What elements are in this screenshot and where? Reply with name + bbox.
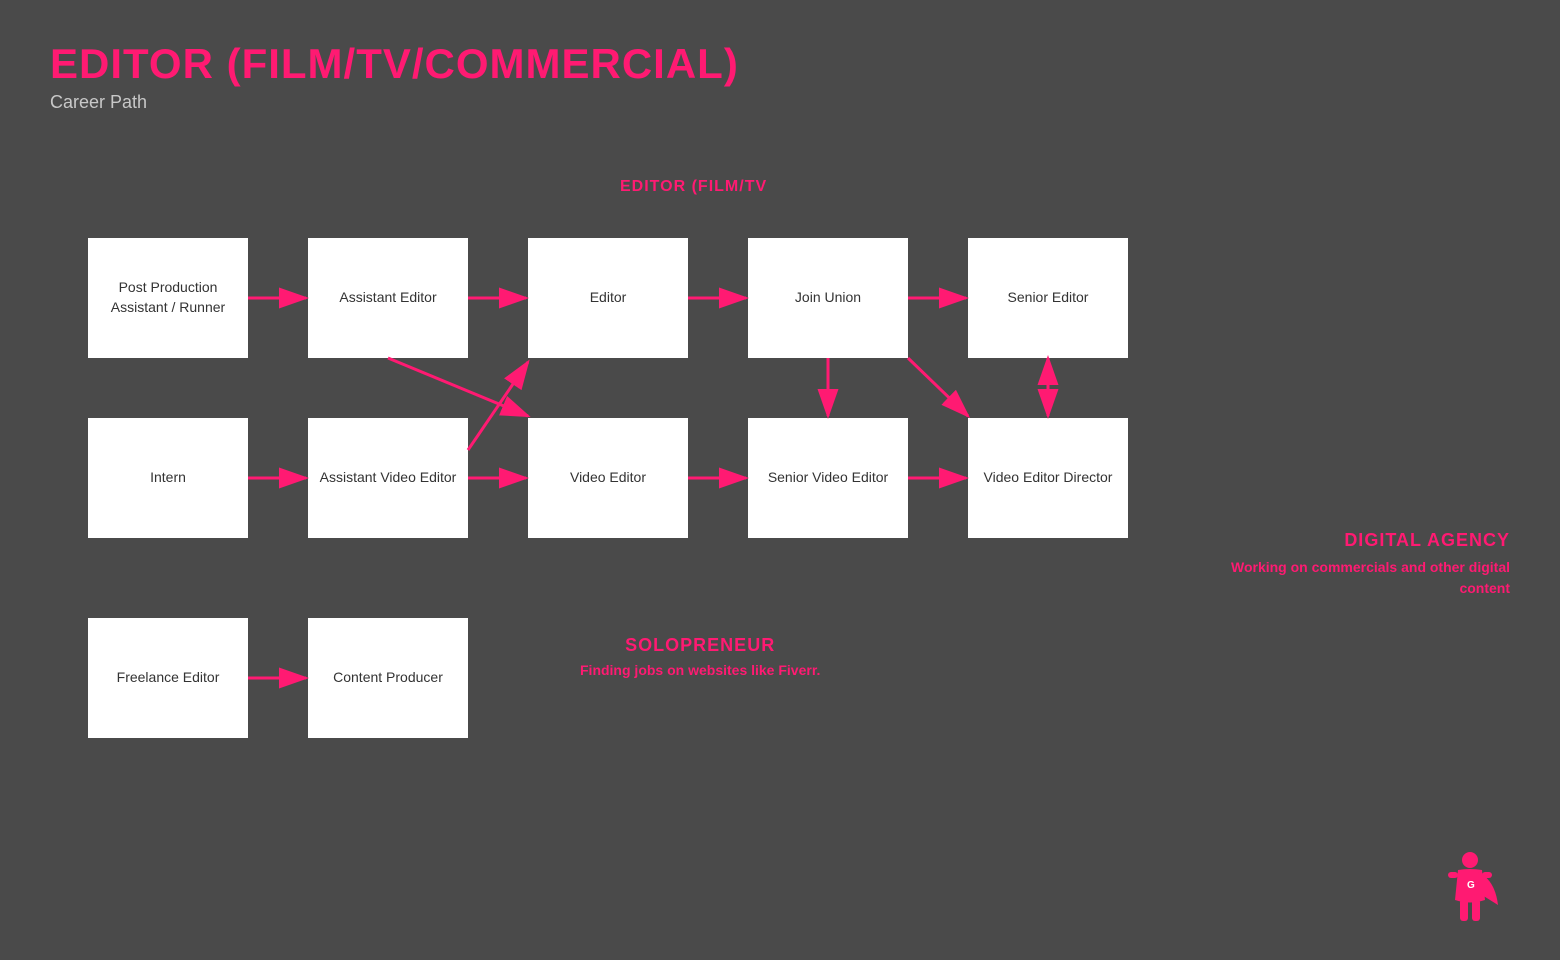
box-senior-video-editor: Senior Video Editor — [748, 418, 908, 538]
subtitle: Career Path — [50, 92, 739, 113]
box-intern: Intern — [88, 418, 248, 538]
page-header: EDITOR (FILM/TV/COMMERCIAL) Career Path — [50, 40, 739, 113]
box-senior-editor: Senior Editor — [968, 238, 1128, 358]
box-content-producer: Content Producer — [308, 618, 468, 738]
solopreneur-section: SOLOPRENEUR Finding jobs on websites lik… — [580, 635, 820, 678]
box-assistant-editor: Assistant Editor — [308, 238, 468, 358]
svg-text:G: G — [1467, 880, 1475, 891]
main-title: EDITOR (FILM/TV/COMMERCIAL) — [50, 40, 739, 88]
box-join-union: Join Union — [748, 238, 908, 358]
editor-film-tv-label: EDITOR (FILM/TV — [620, 178, 767, 196]
box-video-editor: Video Editor — [528, 418, 688, 538]
box-editor: Editor — [528, 238, 688, 358]
box-post-production: Post Production Assistant / Runner — [88, 238, 248, 358]
mascot-icon: G — [1440, 850, 1500, 930]
box-freelance-editor: Freelance Editor — [88, 618, 248, 738]
box-assistant-video-editor: Assistant Video Editor — [308, 418, 468, 538]
box-video-editor-director: Video Editor Director — [968, 418, 1128, 538]
digital-agency-section: DIGITAL AGENCY Working on commercials an… — [1231, 530, 1510, 599]
digital-agency-desc: Working on commercials and other digital… — [1231, 557, 1510, 599]
solopreneur-desc: Finding jobs on websites like Fiverr. — [580, 662, 820, 678]
digital-agency-title: DIGITAL AGENCY — [1231, 530, 1510, 551]
solopreneur-title: SOLOPRENEUR — [580, 635, 820, 656]
